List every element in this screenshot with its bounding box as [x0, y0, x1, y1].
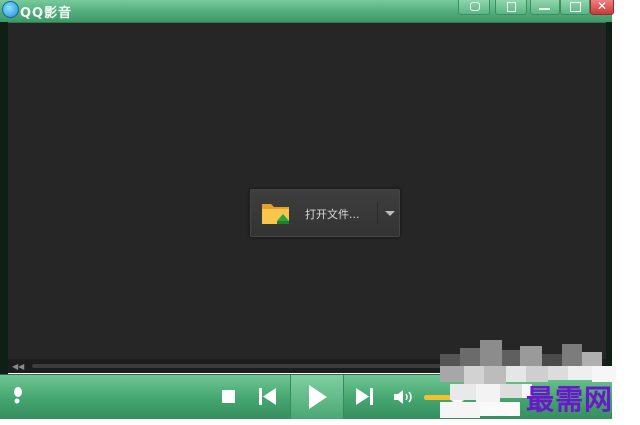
maximize-button[interactable]	[560, 0, 590, 15]
open-file-button[interactable]: 打开文件...	[250, 189, 400, 237]
skin-button[interactable]	[495, 0, 527, 15]
play-icon	[309, 385, 327, 409]
mosaic-cell	[506, 366, 526, 382]
rewind-icon[interactable]: ◀◀	[12, 362, 24, 371]
mosaic-cell	[480, 402, 520, 416]
mosaic-cell	[440, 366, 464, 382]
watermark-text: 最需网	[526, 383, 614, 416]
play-button[interactable]	[290, 375, 344, 419]
mosaic-cell	[450, 384, 476, 400]
next-track-icon	[356, 388, 373, 405]
mosaic-cell	[464, 366, 484, 384]
title-bar[interactable]: QQ影音 ✕	[0, 0, 614, 23]
mosaic-cell	[542, 354, 562, 366]
folder-icon	[262, 204, 289, 224]
mosaic-cell	[440, 354, 460, 366]
chevron-down-icon[interactable]	[385, 211, 395, 216]
stop-button[interactable]	[214, 375, 244, 419]
minimize-button[interactable]	[530, 0, 560, 15]
app-logo-icon	[2, 1, 19, 18]
minimize-icon	[539, 8, 550, 10]
stop-icon	[222, 390, 235, 403]
mosaic-cell	[582, 352, 602, 366]
mosaic-cell	[502, 350, 520, 366]
speaker-icon[interactable]	[392, 388, 414, 406]
video-display-area[interactable]: 打开文件...	[8, 23, 606, 359]
close-icon: ✕	[597, 0, 608, 13]
chat-button[interactable]	[458, 0, 490, 15]
window-title: QQ影音	[20, 6, 73, 21]
mosaic-cell	[480, 340, 502, 366]
footprint-icon[interactable]	[12, 386, 24, 406]
mosaic-cell	[460, 348, 480, 366]
mosaic-cell	[520, 346, 542, 366]
skin-icon	[507, 2, 516, 12]
previous-button[interactable]	[250, 375, 286, 419]
window-left-border	[0, 22, 8, 418]
close-button[interactable]: ✕	[590, 0, 614, 15]
previous-track-icon	[259, 388, 276, 405]
mosaic-cell	[476, 384, 500, 402]
mosaic-cell	[440, 402, 480, 418]
chat-icon	[470, 2, 480, 11]
dropdown-divider	[377, 202, 378, 224]
mosaic-cell	[484, 366, 506, 384]
maximize-icon	[570, 2, 581, 12]
open-file-label: 打开文件...	[305, 208, 360, 221]
mosaic-cell	[562, 344, 582, 366]
next-button[interactable]	[346, 375, 382, 419]
mosaic-cell	[500, 384, 522, 398]
